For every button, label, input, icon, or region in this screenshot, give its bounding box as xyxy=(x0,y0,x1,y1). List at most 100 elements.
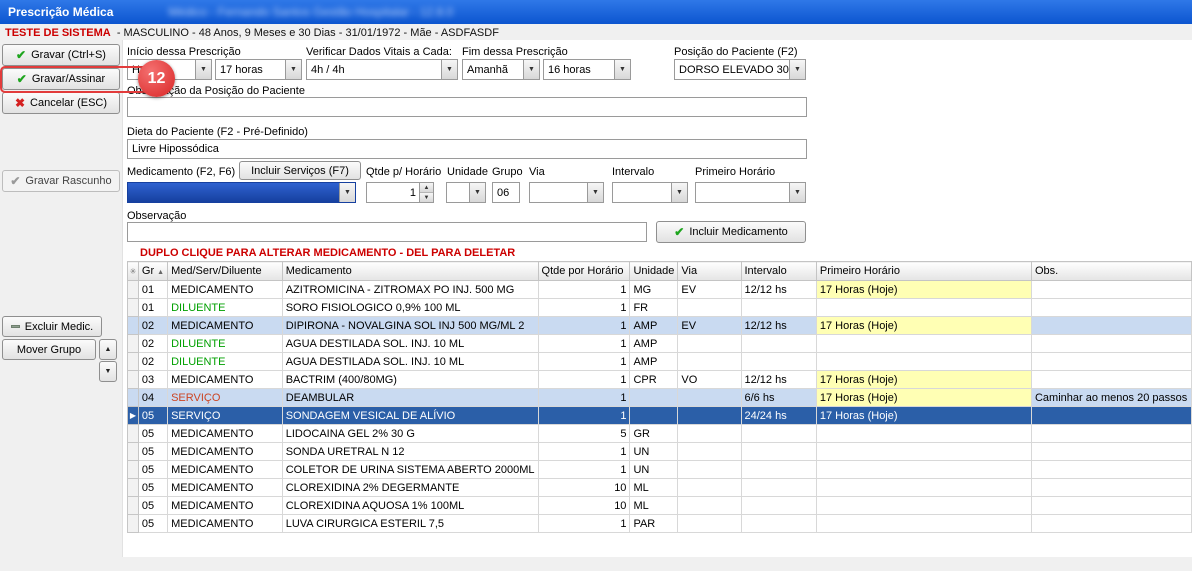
table-row[interactable]: 02DILUENTEAGUA DESTILADA SOL. INJ. 10 ML… xyxy=(128,353,1192,371)
cell-type[interactable]: MEDICAMENTO xyxy=(168,317,283,335)
cell-group[interactable]: 05 xyxy=(138,497,167,515)
cell-medication[interactable]: COLETOR DE URINA SISTEMA ABERTO 2000ML xyxy=(282,461,538,479)
cell-unit[interactable]: FR xyxy=(630,299,678,317)
include-services-button[interactable]: Incluir Serviços (F7) xyxy=(239,161,361,180)
move-up-button[interactable]: ▲ xyxy=(99,339,117,360)
table-row[interactable]: 01MEDICAMENTOAZITROMICINA - ZITROMAX PO … xyxy=(128,281,1192,299)
cell-qty[interactable]: 1 xyxy=(538,281,630,299)
stepper-up-icon[interactable]: ▲ xyxy=(420,183,433,193)
cell-type[interactable]: DILUENTE xyxy=(168,299,283,317)
cell-first-time[interactable] xyxy=(816,461,1031,479)
cell-via[interactable] xyxy=(678,497,741,515)
cell-qty[interactable]: 1 xyxy=(538,335,630,353)
table-row[interactable]: 05MEDICAMENTOCLOREXIDINA AQUOSA 1% 100ML… xyxy=(128,497,1192,515)
cell-medication[interactable]: AGUA DESTILADA SOL. INJ. 10 ML xyxy=(282,335,538,353)
cell-interval[interactable]: 12/12 hs xyxy=(741,317,816,335)
cell-via[interactable]: VO xyxy=(678,371,741,389)
cell-unit[interactable]: AMP xyxy=(630,353,678,371)
cell-obs[interactable] xyxy=(1031,317,1191,335)
cell-unit[interactable]: MG xyxy=(630,281,678,299)
vitals-interval-select[interactable]: 4h / 4h ▼ xyxy=(306,59,458,80)
chevron-down-icon[interactable]: ▼ xyxy=(195,60,211,79)
cell-interval[interactable] xyxy=(741,443,816,461)
stepper-down-icon[interactable]: ▼ xyxy=(420,193,433,202)
diet-input[interactable]: Livre Hipossódica xyxy=(127,139,807,159)
column-header-obs[interactable]: Obs. xyxy=(1031,262,1191,281)
cell-obs[interactable] xyxy=(1031,515,1191,533)
observation-input[interactable] xyxy=(127,222,647,242)
cell-qty[interactable]: 5 xyxy=(538,425,630,443)
cell-qty[interactable]: 1 xyxy=(538,299,630,317)
start-time-select[interactable]: 17 horas ▼ xyxy=(215,59,302,80)
cell-first-time[interactable]: 17 Horas (Hoje) xyxy=(816,317,1031,335)
cell-group[interactable]: 05 xyxy=(138,407,167,425)
cell-type[interactable]: MEDICAMENTO xyxy=(168,479,283,497)
cell-via[interactable] xyxy=(678,479,741,497)
patient-position-select[interactable]: DORSO ELEVADO 30 G ▼ xyxy=(674,59,806,80)
cell-unit[interactable]: UN xyxy=(630,443,678,461)
cell-obs[interactable] xyxy=(1031,425,1191,443)
column-header-type[interactable]: Med/Serv/Diluente xyxy=(168,262,283,281)
cell-unit[interactable]: AMP xyxy=(630,335,678,353)
cell-type[interactable]: MEDICAMENTO xyxy=(168,425,283,443)
cell-obs[interactable] xyxy=(1031,407,1191,425)
cell-group[interactable]: 05 xyxy=(138,443,167,461)
cell-medication[interactable]: BACTRIM (400/80MG) xyxy=(282,371,538,389)
grid-asterisk-icon[interactable]: ✳ xyxy=(128,262,139,281)
cell-interval[interactable]: 24/24 hs xyxy=(741,407,816,425)
cell-type[interactable]: DILUENTE xyxy=(168,335,283,353)
cell-type[interactable]: SERVIÇO xyxy=(168,389,283,407)
table-row[interactable]: 05MEDICAMENTOSONDA URETRAL N 121UN xyxy=(128,443,1192,461)
cell-group[interactable]: 02 xyxy=(138,317,167,335)
cell-interval[interactable] xyxy=(741,515,816,533)
chevron-down-icon[interactable]: ▼ xyxy=(523,60,539,79)
cell-interval[interactable] xyxy=(741,479,816,497)
include-medication-button[interactable]: ✔ Incluir Medicamento xyxy=(656,221,806,243)
cell-medication[interactable]: SONDAGEM VESICAL DE ALÍVIO xyxy=(282,407,538,425)
cell-medication[interactable]: LIDOCAINA GEL 2% 30 G xyxy=(282,425,538,443)
cell-group[interactable]: 05 xyxy=(138,515,167,533)
cell-via[interactable] xyxy=(678,425,741,443)
cell-first-time[interactable]: 17 Horas (Hoje) xyxy=(816,371,1031,389)
cell-via[interactable] xyxy=(678,353,741,371)
cell-via[interactable] xyxy=(678,299,741,317)
cell-medication[interactable]: CLOREXIDINA AQUOSA 1% 100ML xyxy=(282,497,538,515)
table-row[interactable]: 02DILUENTEAGUA DESTILADA SOL. INJ. 10 ML… xyxy=(128,335,1192,353)
column-header-interval[interactable]: Intervalo xyxy=(741,262,816,281)
cell-unit[interactable]: AMP xyxy=(630,317,678,335)
cancel-button[interactable]: ✖ Cancelar (ESC) xyxy=(2,92,120,114)
cell-interval[interactable]: 12/12 hs xyxy=(741,281,816,299)
move-group-button[interactable]: Mover Grupo xyxy=(2,339,96,360)
chevron-down-icon[interactable]: ▼ xyxy=(789,183,805,202)
cell-group[interactable]: 05 xyxy=(138,425,167,443)
cell-type[interactable]: MEDICAMENTO xyxy=(168,281,283,299)
cell-type[interactable]: MEDICAMENTO xyxy=(168,443,283,461)
cell-first-time[interactable]: 17 Horas (Hoje) xyxy=(816,407,1031,425)
cell-obs[interactable] xyxy=(1031,281,1191,299)
save-button[interactable]: ✔ Gravar (Ctrl+S) xyxy=(2,44,120,66)
cell-type[interactable]: MEDICAMENTO xyxy=(168,371,283,389)
cell-qty[interactable]: 10 xyxy=(538,479,630,497)
cell-interval[interactable] xyxy=(741,461,816,479)
cell-type[interactable]: MEDICAMENTO xyxy=(168,515,283,533)
cell-type[interactable]: MEDICAMENTO xyxy=(168,497,283,515)
table-row[interactable]: ▶05SERVIÇOSONDAGEM VESICAL DE ALÍVIO124/… xyxy=(128,407,1192,425)
cell-medication[interactable]: LUVA CIRURGICA ESTERIL 7,5 xyxy=(282,515,538,533)
cell-medication[interactable]: AZITROMICINA - ZITROMAX PO INJ. 500 MG xyxy=(282,281,538,299)
cell-qty[interactable]: 1 xyxy=(538,461,630,479)
save-sign-button[interactable]: ✔ Gravar/Assinar xyxy=(2,68,120,90)
end-time-select[interactable]: 16 horas ▼ xyxy=(543,59,631,80)
cell-qty[interactable]: 1 xyxy=(538,317,630,335)
medication-select[interactable]: ▼ xyxy=(127,182,356,203)
via-select[interactable]: ▼ xyxy=(529,182,604,203)
cell-unit[interactable] xyxy=(630,407,678,425)
chevron-down-icon[interactable]: ▼ xyxy=(339,183,355,202)
cell-qty[interactable]: 1 xyxy=(538,371,630,389)
cell-group[interactable]: 03 xyxy=(138,371,167,389)
cell-interval[interactable]: 6/6 hs xyxy=(741,389,816,407)
cell-first-time[interactable] xyxy=(816,299,1031,317)
cell-interval[interactable] xyxy=(741,299,816,317)
cell-interval[interactable]: 12/12 hs xyxy=(741,371,816,389)
cell-group[interactable]: 05 xyxy=(138,461,167,479)
cell-via[interactable] xyxy=(678,407,741,425)
